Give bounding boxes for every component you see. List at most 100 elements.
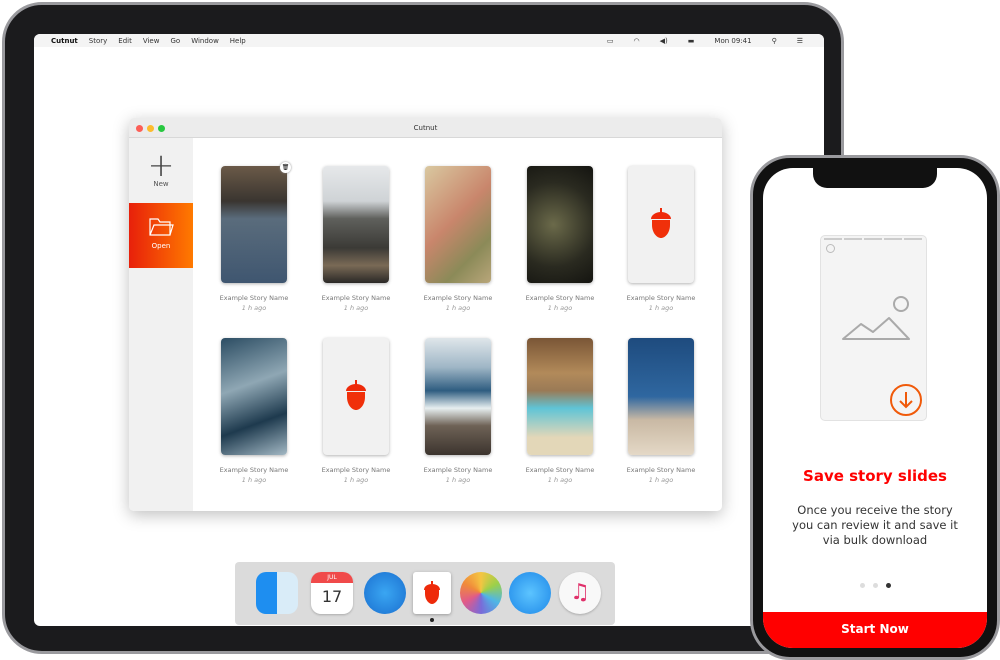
plus-icon: + (147, 146, 175, 184)
story-time: 1 h ago (648, 476, 674, 484)
dock-cutnut-icon[interactable] (413, 572, 451, 614)
acorn-icon (651, 208, 671, 238)
page-dots (763, 573, 987, 592)
ipad-screen: Cutnut Story Edit View Go Window Help ▭ … (34, 34, 824, 626)
dock-photos-icon[interactable] (460, 572, 502, 614)
avatar-icon (826, 244, 835, 253)
story-name: Example Story Name (626, 294, 696, 302)
iphone-screen: Save story slides Once you receive the s… (763, 168, 987, 648)
story-time: 1 h ago (445, 476, 471, 484)
menu-help[interactable]: Help (230, 37, 246, 45)
acorn-icon (424, 581, 440, 604)
minimize-button[interactable] (147, 125, 154, 132)
list-icon[interactable]: ☰ (797, 37, 803, 45)
clock[interactable]: Mon 09:41 (714, 37, 751, 45)
open-label: Open (151, 242, 171, 250)
airplay-icon[interactable]: ▭ (607, 37, 614, 45)
story-slide-illustration (820, 235, 927, 421)
story-time: 1 h ago (547, 304, 573, 312)
delete-icon[interactable]: 🗑 (280, 162, 291, 173)
dock-music-icon[interactable]: ♫ (559, 572, 601, 614)
story-caption: Example Story Name 1 h ago (204, 466, 304, 484)
story-time: 1 h ago (343, 304, 369, 312)
progress-segments (824, 238, 923, 240)
download-icon (890, 384, 922, 416)
dock-safari-icon[interactable] (364, 572, 406, 614)
story-caption: Example Story Name 1 h ago (408, 466, 508, 484)
battery-icon[interactable]: ▬ (688, 37, 695, 45)
image-placeholder-icon (842, 296, 910, 340)
story-caption: Example Story Name 1 h ago (510, 294, 610, 312)
menu-window[interactable]: Window (191, 37, 219, 45)
story-caption: Example Story Name 1 h ago (611, 466, 711, 484)
close-button[interactable] (136, 125, 143, 132)
story-name: Example Story Name (423, 466, 493, 474)
menu-edit[interactable]: Edit (118, 37, 132, 45)
notch (813, 168, 937, 188)
volume-icon[interactable]: ◀) (660, 37, 668, 45)
window-title: Cutnut (413, 124, 438, 132)
story-time: 1 h ago (241, 476, 267, 484)
menu-view[interactable]: View (143, 37, 160, 45)
story-card[interactable] (323, 166, 389, 283)
wifi-icon[interactable]: ◠ (634, 37, 640, 45)
page-dot-active[interactable] (885, 583, 891, 588)
zoom-button[interactable] (158, 125, 165, 132)
title-bar: Cutnut (129, 118, 722, 138)
story-time: 1 h ago (241, 304, 267, 312)
acorn-icon (346, 380, 366, 410)
story-name: Example Story Name (626, 466, 696, 474)
story-card[interactable] (527, 338, 593, 455)
menu-story[interactable]: Story (89, 37, 108, 45)
story-name: Example Story Name (219, 466, 289, 474)
story-name: Example Story Name (321, 294, 391, 302)
story-time: 1 h ago (648, 304, 674, 312)
story-name: Example Story Name (525, 466, 595, 474)
story-time: 1 h ago (445, 304, 471, 312)
iphone-frame: Save story slides Once you receive the s… (750, 155, 1000, 660)
dock-messages-icon[interactable] (509, 572, 551, 614)
folder-icon (149, 218, 174, 236)
story-card[interactable] (221, 338, 287, 455)
new-label: New (153, 180, 169, 188)
dock: JUL 17 ♫ (235, 562, 615, 625)
story-caption: Example Story Name 1 h ago (408, 294, 508, 312)
story-card[interactable] (628, 338, 694, 455)
menu-cutnut[interactable]: Cutnut (51, 37, 78, 45)
menu-go[interactable]: Go (170, 37, 180, 45)
menu-bar: Cutnut Story Edit View Go Window Help ▭ … (34, 34, 824, 47)
story-caption: Example Story Name 1 h ago (204, 294, 304, 312)
story-caption: Example Story Name 1 h ago (510, 466, 610, 484)
story-card[interactable] (628, 166, 694, 283)
story-caption: Example Story Name 1 h ago (306, 466, 406, 484)
dock-finder-icon[interactable] (256, 572, 298, 614)
cutnut-window: Cutnut + New Open 🗑 Example Story Name 1 h… (129, 118, 722, 511)
story-name: Example Story Name (219, 294, 289, 302)
onboarding-body: Once you receive the story you can revie… (792, 503, 958, 547)
story-card[interactable] (425, 166, 491, 283)
calendar-day: 17 (321, 587, 343, 606)
sidebar: + New Open (129, 138, 193, 511)
onboarding-title: Save story slides (803, 467, 947, 485)
story-time: 1 h ago (547, 476, 573, 484)
story-name: Example Story Name (321, 466, 391, 474)
ipad-frame: Cutnut Story Edit View Go Window Help ▭ … (2, 2, 844, 654)
page-dot[interactable] (859, 583, 865, 588)
story-card[interactable] (323, 338, 389, 455)
story-caption: Example Story Name 1 h ago (306, 294, 406, 312)
calendar-month: JUL (311, 572, 353, 583)
open-button[interactable]: Open (129, 203, 193, 268)
search-icon[interactable]: ⚲ (772, 37, 777, 45)
page-dot[interactable] (872, 583, 878, 588)
story-name: Example Story Name (423, 294, 493, 302)
story-card[interactable] (221, 166, 287, 283)
new-button[interactable]: + New (129, 146, 193, 188)
story-card[interactable] (527, 166, 593, 283)
start-now-button[interactable]: Start Now (763, 612, 987, 648)
story-time: 1 h ago (343, 476, 369, 484)
story-card[interactable] (425, 338, 491, 455)
running-indicator (430, 618, 434, 622)
story-name: Example Story Name (525, 294, 595, 302)
story-caption: Example Story Name 1 h ago (611, 294, 711, 312)
dock-calendar-icon[interactable]: JUL 17 (311, 572, 353, 614)
